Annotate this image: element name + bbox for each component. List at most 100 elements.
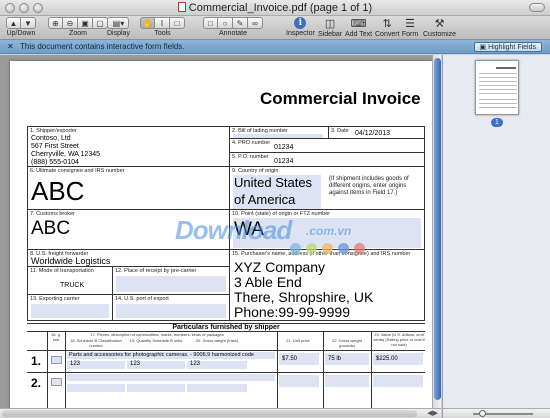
shipper-line-4[interactable]: (888) 555-0104: [31, 159, 79, 166]
receipt-field[interactable]: [116, 276, 226, 292]
thumbnail-sidebar: 1: [442, 55, 550, 418]
page-up-button[interactable]: ▲: [6, 17, 21, 29]
transport-field[interactable]: TRUCK: [60, 282, 84, 289]
window-title: Commercial_Invoice.pdf (page 1 of 1): [188, 2, 373, 14]
page-number-badge: 1: [491, 118, 503, 127]
receipt-label: 12. Place of receipt by pre-carrier: [115, 268, 197, 274]
watermark-dot: [338, 243, 349, 254]
export-port-label: 14. U.S. port of export: [115, 296, 169, 302]
row-2-description-field[interactable]: [67, 374, 275, 381]
highlight-fields-button[interactable]: ▣ Highlight Fields: [473, 42, 542, 52]
display-menu-button[interactable]: ▤▾: [107, 17, 130, 29]
thumbnail-size-slider[interactable]: [473, 410, 533, 417]
col-head-16: 16. g. sub: [50, 332, 61, 342]
tool-hand-button[interactable]: ✋: [140, 17, 155, 29]
shipper-label: 1. Shipper/exporter: [30, 128, 77, 134]
text-cursor-icon: I: [160, 18, 164, 28]
window-title-wrap: Commercial_Invoice.pdf (page 1 of 1): [0, 2, 550, 14]
row-2-quantity-field[interactable]: [127, 384, 185, 392]
row-2-gross-lb-field[interactable]: [325, 375, 369, 387]
zoom-actual-button[interactable]: ▢: [93, 17, 108, 29]
add-text-group[interactable]: ⌨ Add Text: [345, 17, 372, 38]
purchaser-cell: 15. Purchaser's name, address (if other …: [229, 249, 425, 321]
zoom-fit-button[interactable]: ▣: [78, 17, 93, 29]
po-field[interactable]: 01234: [274, 158, 293, 165]
purchaser-line-3[interactable]: There, Shropshire, UK: [234, 289, 373, 305]
origin-note: (If shipment includes goods of different…: [329, 176, 409, 196]
zoom-actual-icon: ▢: [96, 18, 104, 28]
col-head-17: 17. Pieces, description of commodities, …: [90, 332, 224, 337]
zoom-in-button[interactable]: ⊕: [48, 17, 63, 29]
annotate-shape-button[interactable]: ○: [218, 17, 233, 29]
form-group[interactable]: ☰ Form: [401, 17, 419, 38]
customize-group[interactable]: ⚒ Customize: [423, 17, 456, 38]
date-field[interactable]: 04/12/2013: [355, 130, 390, 137]
convert-label: Convert: [375, 31, 400, 38]
thumbnail-line: [479, 81, 517, 82]
consignee-field[interactable]: ABC: [31, 176, 84, 207]
forwarder-field[interactable]: Worldwide Logistics: [31, 256, 110, 266]
annotate-group: □ ○ ✎ ∞ Annotate: [203, 17, 263, 37]
vertical-scroll-thumb[interactable]: [434, 58, 441, 400]
thumbnail-line: [479, 99, 517, 100]
annotate-link-button[interactable]: ∞: [248, 17, 263, 29]
exporting-field[interactable]: [31, 304, 109, 318]
customize-icon: ⚒: [434, 18, 445, 30]
annotate-highlight-button[interactable]: ✎: [233, 17, 248, 29]
row-2-value-field[interactable]: [373, 375, 423, 387]
inspector-label: Inspector: [286, 30, 315, 37]
broker-label: 7. Customs broker: [30, 211, 75, 217]
row-1-value: $225.00: [376, 356, 398, 362]
zoom-in-icon: ⊕: [52, 18, 59, 28]
horizontal-scrollbar[interactable]: ◀▶: [0, 408, 441, 418]
row-1-number: 1.: [31, 354, 42, 368]
notice-close-icon[interactable]: ✕: [7, 42, 14, 51]
zoom-out-button[interactable]: ⊖: [63, 17, 78, 29]
annotate-note-button[interactable]: □: [203, 17, 218, 29]
purchaser-line-4[interactable]: Phone:99-99-9999: [234, 304, 350, 320]
page-down-button[interactable]: ▼: [21, 17, 36, 29]
row-1-gross-kilos: 123: [190, 361, 201, 367]
purchaser-line-2[interactable]: 3 Able End: [234, 274, 302, 290]
tool-text-select-button[interactable]: I: [155, 17, 170, 29]
watermark-domain: .com.vn: [306, 224, 352, 238]
shape-icon: ○: [222, 18, 228, 28]
shipper-line-1[interactable]: Contoso, Ltd: [31, 135, 71, 142]
consignee-cell: 6. Ultimate consignee and IRS number ABC: [27, 166, 230, 210]
document-view[interactable]: Commercial Invoice 1. Shipper/exporter C…: [0, 55, 441, 408]
tool-select-button[interactable]: □: [170, 17, 185, 29]
thumbnail-size-knob[interactable]: [479, 410, 486, 417]
convert-group[interactable]: ⇅ Convert: [375, 17, 400, 38]
table-col-rule: [47, 331, 48, 408]
scroll-arrows-icon[interactable]: ◀▶: [427, 409, 438, 417]
row-1-checkbox[interactable]: [51, 356, 62, 364]
inspector-group[interactable]: i Inspector: [286, 17, 315, 37]
form-icon: ☰: [405, 18, 415, 30]
broker-field[interactable]: ABC: [31, 218, 70, 240]
purchaser-line-1[interactable]: XYZ Company: [234, 259, 325, 275]
shipper-line-3[interactable]: Cherryville, WA 12345: [31, 151, 100, 158]
toolbar-toggle-button[interactable]: [529, 3, 545, 12]
thumbnail-line: [479, 89, 517, 90]
row-2-unit-price-field[interactable]: [279, 375, 319, 387]
row-2-checkbox[interactable]: [51, 378, 62, 386]
row-2-gross-kilos-field[interactable]: [187, 384, 247, 392]
pro-field[interactable]: 01234: [274, 144, 293, 151]
row-2-schedule-b-field[interactable]: [67, 384, 125, 392]
shipper-line-2[interactable]: 567 First Street: [31, 143, 79, 150]
highlight-fields-icon: ▣: [479, 44, 487, 51]
note-icon: □: [208, 18, 213, 28]
page-thumbnail[interactable]: [475, 60, 519, 115]
export-port-field[interactable]: [116, 304, 226, 318]
horizontal-scroll-thumb[interactable]: [2, 410, 417, 417]
sidebar-label: Sidebar: [318, 31, 343, 38]
vertical-scrollbar[interactable]: [432, 55, 441, 408]
zoom-fit-icon: ▣: [81, 18, 89, 28]
arrow-up-icon: ▲: [9, 18, 18, 28]
table-col-rule: [323, 331, 324, 408]
thumbnail-line: [479, 93, 517, 94]
sidebar-toggle-group[interactable]: ◫ Sidebar: [318, 17, 342, 38]
pro-label: 4. PRO number: [232, 140, 271, 146]
receipt-place-cell: 12. Place of receipt by pre-carrier: [112, 266, 230, 295]
col-head-23: 23. Value (U.S. dollars, omit cents) (Se…: [373, 332, 425, 347]
